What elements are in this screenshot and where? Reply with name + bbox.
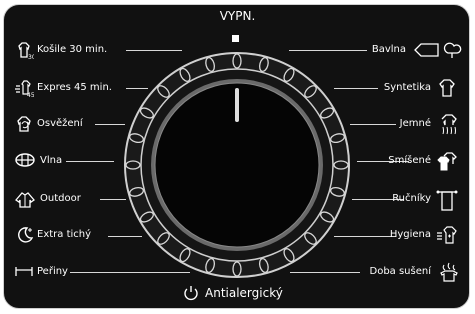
leader-line	[100, 199, 126, 200]
svg-text:45: 45	[27, 92, 34, 98]
refresh-shirt-icon	[17, 116, 31, 132]
program-label-duvet[interactable]: Peřiny	[37, 266, 68, 277]
program-label-express[interactable]: Expres 45 min.	[37, 82, 112, 93]
leader-line	[334, 236, 396, 237]
mixed-icon	[437, 152, 457, 171]
program-label-antiallergy[interactable]: Antialergický	[205, 286, 283, 300]
program-label-outdoor[interactable]: Outdoor	[40, 193, 81, 204]
leader-line	[334, 88, 378, 89]
program-label-extra-quiet[interactable]: Extra tichý	[37, 229, 91, 240]
program-label-shirts[interactable]: Košile 30 min.	[37, 44, 107, 55]
leader-line	[95, 124, 125, 125]
leader-line	[350, 124, 396, 125]
program-label-drying-time[interactable]: Doba sušení	[370, 266, 432, 277]
leader-line	[126, 88, 148, 89]
svg-text:30: 30	[28, 54, 34, 60]
leader-line	[70, 272, 190, 273]
delicate-icon	[441, 114, 457, 135]
knob-pointer	[235, 88, 239, 122]
program-label-cotton[interactable]: Bavlna	[372, 44, 406, 55]
synthetic-shirt-icon	[439, 79, 455, 97]
leader-line	[108, 236, 142, 237]
leader-line	[289, 50, 367, 51]
express-45-icon: 45	[15, 80, 34, 98]
wool-icon	[15, 153, 35, 167]
hygiene-icon	[437, 226, 457, 244]
leader-line	[126, 50, 182, 51]
leader-line	[66, 161, 114, 162]
program-label-delicate[interactable]: Jemné	[400, 118, 431, 129]
drying-time-icon	[440, 262, 458, 282]
leader-line	[290, 272, 360, 273]
power-icon	[184, 286, 198, 301]
program-label-synthetic[interactable]: Syntetika	[384, 82, 431, 93]
towel-icon	[436, 190, 458, 211]
shirt-30-icon: 30	[18, 42, 34, 60]
bed-duvet-icon	[15, 267, 33, 276]
program-label-towels[interactable]: Ručníky	[392, 193, 431, 204]
program-label-hygiene[interactable]: Hygiena	[390, 229, 431, 240]
moon-quiet-icon	[18, 227, 34, 243]
cotton-icon	[414, 42, 462, 58]
outdoor-jacket-icon	[15, 192, 35, 208]
program-label-refresh[interactable]: Osvěžení	[37, 118, 83, 129]
program-label-wool[interactable]: Vlna	[40, 155, 62, 166]
program-label-mixed[interactable]: Smíšené	[388, 155, 431, 166]
